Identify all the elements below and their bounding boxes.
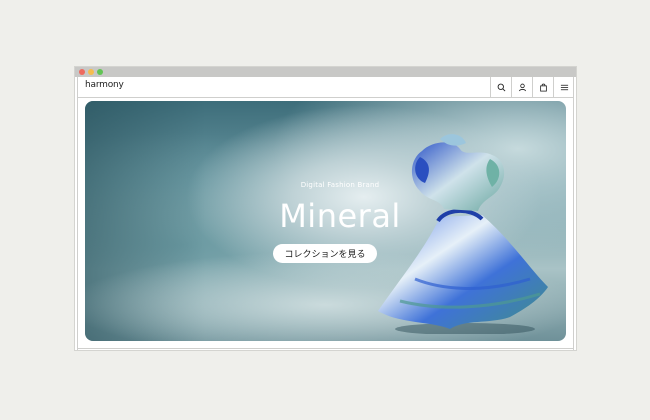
search-button[interactable] [490,77,511,97]
content-divider [78,348,573,349]
menu-icon [560,84,568,90]
hero-title: Mineral [279,197,401,235]
view-collection-button[interactable]: コレクションを見る [273,244,377,263]
search-icon [497,83,505,91]
hero-banner: Digital Fashion Brand Mineral コレクションを見る [85,101,566,341]
menu-button[interactable] [553,77,574,97]
frame-border-left [77,77,78,350]
cart-button[interactable] [532,77,553,97]
title-bar [75,67,576,77]
minimize-window-button[interactable] [88,69,94,75]
user-icon [518,83,526,91]
frame-border-right [573,77,574,350]
maximize-window-button[interactable] [97,69,103,75]
close-window-button[interactable] [79,69,85,75]
site-header: harmony [78,77,573,98]
account-button[interactable] [511,77,532,97]
browser-window: harmony Digital Fashion Brand Mineral コレ… [75,67,576,350]
shopping-bag-icon [539,83,547,92]
brand-logo[interactable]: harmony [85,80,124,90]
hero-tagline: Digital Fashion Brand [300,181,380,189]
